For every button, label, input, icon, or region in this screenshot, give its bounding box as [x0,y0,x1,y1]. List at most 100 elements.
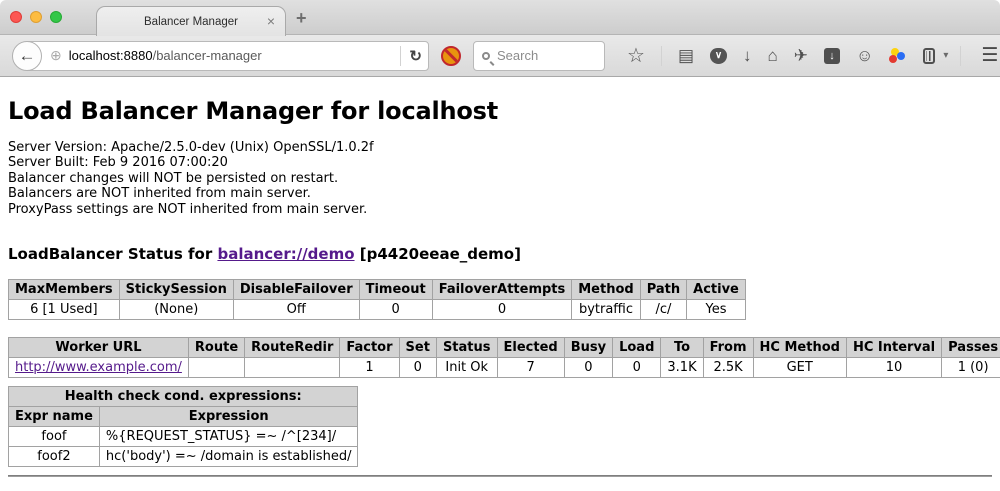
chevron-down-icon[interactable]: ▾ [939,50,952,61]
col-elected: Elected [497,338,564,358]
table-title-row: Health check cond. expressions: [9,387,358,407]
plugin-block-icon[interactable] [441,46,461,66]
status-heading-prefix: LoadBalancer Status for [8,245,217,263]
reload-button[interactable]: ↻ [409,47,422,65]
tab-balancer-manager[interactable]: Balancer Manager × [96,6,286,36]
persist-notice-line: Balancer changes will NOT be persisted o… [8,171,992,186]
server-info: Server Version: Apache/2.5.0-dev (Unix) … [8,140,992,217]
minimize-window-button[interactable] [30,11,42,23]
downloads-icon[interactable]: ↓ [735,47,760,64]
search-bar[interactable] [473,41,605,71]
cell-set: 0 [399,358,436,378]
cell-method: bytraffic [572,300,640,320]
balancer-demo-link[interactable]: balancer://demo [217,245,354,263]
table-header-row: MaxMembers StickySession DisableFailover… [9,280,746,300]
bottom-divider [8,475,992,477]
save-to-box-icon[interactable]: ↓ [824,48,840,64]
col-path: Path [640,280,686,300]
colored-dots-extension-icon[interactable] [889,47,907,64]
inherit-notice-line: Balancers are NOT inherited from main se… [8,186,992,201]
col-expr-name: Expr name [9,407,100,427]
cell-path: /c/ [640,300,686,320]
url-text[interactable]: localhost:8880/balancer-manager [69,48,393,63]
col-hc-interval: HC Interval [846,338,941,358]
page-content: Load Balancer Manager for localhost Serv… [0,97,1000,477]
cell-route [188,358,244,378]
toolbar-buttons: ☆ ▤ ∨ ↓ ⌂ ✈ ↓ ☺ ▾ ☰ ▦ [619,44,1000,67]
page-title: Load Balancer Manager for localhost [8,97,992,125]
home-icon[interactable]: ⌂ [760,47,786,64]
proxypass-notice-line: ProxyPass settings are NOT inherited fro… [8,202,992,217]
table-row: 6 [1 Used] (None) Off 0 0 bytraffic /c/ … [9,300,746,320]
urlbar-divider [400,46,401,66]
cell-timeout: 0 [359,300,432,320]
col-failoverattempts: FailoverAttempts [432,280,572,300]
col-passes: Passes [942,338,1000,358]
health-table-title: Health check cond. expressions: [9,387,358,407]
toolbar-right-group: ☰ ▦ [952,44,1000,67]
tab-bar: Balancer Manager × + [0,0,1000,35]
cell-expression: hc('body') =~ /domain is established/ [99,447,358,467]
loadbalancer-status-heading: LoadBalancer Status for balancer://demo … [8,245,992,263]
tab-title: Balancer Manager [144,16,238,28]
col-method: Method [572,280,640,300]
health-check-table: Health check cond. expressions: Expr nam… [8,386,358,467]
navigation-toolbar: ← ⊕ localhost:8880/balancer-manager ↻ ☆ … [0,35,1000,77]
zoom-window-button[interactable] [50,11,62,23]
table-header-row: Expr name Expression [9,407,358,427]
server-built-line: Server Built: Feb 9 2016 07:00:20 [8,155,992,170]
search-input[interactable] [497,48,587,63]
cell-load: 0 [613,358,661,378]
col-maxmembers: MaxMembers [9,280,120,300]
col-active: Active [687,280,746,300]
cell-hc-method: GET [753,358,846,378]
col-set: Set [399,338,436,358]
smiley-extension-icon[interactable]: ☺ [848,47,881,64]
cell-elected: 7 [497,358,564,378]
table-row: http://www.example.com/ 1 0 Init Ok 7 0 … [9,358,1000,378]
new-tab-button[interactable]: + [296,8,307,29]
url-domain: localhost:8880 [69,48,153,63]
search-icon [482,52,490,60]
back-button[interactable]: ← [12,41,42,71]
toolbar-divider-2 [960,46,961,66]
cell-busy: 0 [564,358,612,378]
col-from: From [703,338,753,358]
reading-list-icon[interactable]: ▤ [670,47,702,64]
back-icon: ← [19,47,36,64]
container-extension-icon[interactable] [923,48,935,64]
cell-status: Init Ok [436,358,497,378]
send-icon[interactable]: ✈ [786,47,816,64]
col-to: To [661,338,703,358]
worker-table: Worker URL Route RouteRedir Factor Set S… [8,337,1000,378]
cell-to: 3.1K [661,358,703,378]
col-worker-url: Worker URL [9,338,189,358]
cell-failoverattempts: 0 [432,300,572,320]
col-load: Load [613,338,661,358]
table-header-row: Worker URL Route RouteRedir Factor Set S… [9,338,1000,358]
status-heading-suffix: [p4420eeae_demo] [355,245,521,263]
col-hc-method: HC Method [753,338,846,358]
cell-expression: %{REQUEST_STATUS} =~ /^[234]/ [99,427,358,447]
cell-expr-name: foof2 [9,447,100,467]
close-window-button[interactable] [10,11,22,23]
pocket-icon[interactable]: ∨ [710,48,727,64]
browser-window: Balancer Manager × + ← ⊕ localhost:8880/… [0,0,1000,491]
globe-icon: ⊕ [50,47,62,64]
url-bar[interactable]: ⊕ localhost:8880/balancer-manager ↻ [25,41,429,71]
server-version-line: Server Version: Apache/2.5.0-dev (Unix) … [8,140,992,155]
col-routeredir: RouteRedir [245,338,340,358]
cell-expr-name: foof [9,427,100,447]
window-controls [10,11,62,23]
col-status: Status [436,338,497,358]
tab-close-icon[interactable]: × [267,13,275,29]
cell-from: 2.5K [703,358,753,378]
toolbar-divider [661,46,662,66]
col-route: Route [188,338,244,358]
col-factor: Factor [340,338,399,358]
cell-active: Yes [687,300,746,320]
worker-url-link[interactable]: http://www.example.com/ [15,360,182,375]
bookmark-star-icon[interactable]: ☆ [619,46,653,66]
col-busy: Busy [564,338,612,358]
menu-icon[interactable]: ☰ [969,44,1000,67]
